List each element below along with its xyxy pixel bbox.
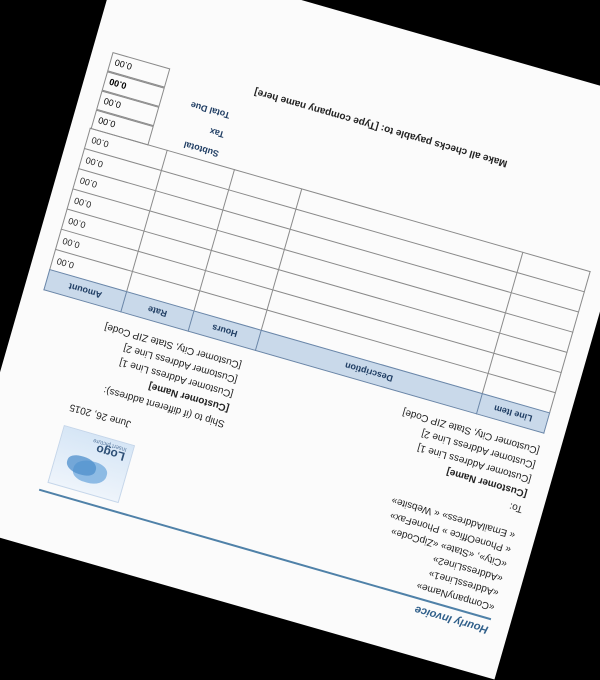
invoice-date: June 26, 2015 [68, 401, 133, 430]
invoice-sheet: Hourly Invoice Logo Insert picture «Comp… [0, 0, 600, 680]
total-due-label: Total Due [189, 99, 231, 121]
tax-label: Tax [208, 126, 226, 140]
logo-placeholder: Logo Insert picture [47, 425, 136, 504]
line-items-table: Line Item Description Hours Rate Amount … [43, 128, 591, 434]
to-label: To: [508, 500, 525, 515]
payable-instruction: Make all checks payable to: [Type compan… [253, 85, 509, 169]
